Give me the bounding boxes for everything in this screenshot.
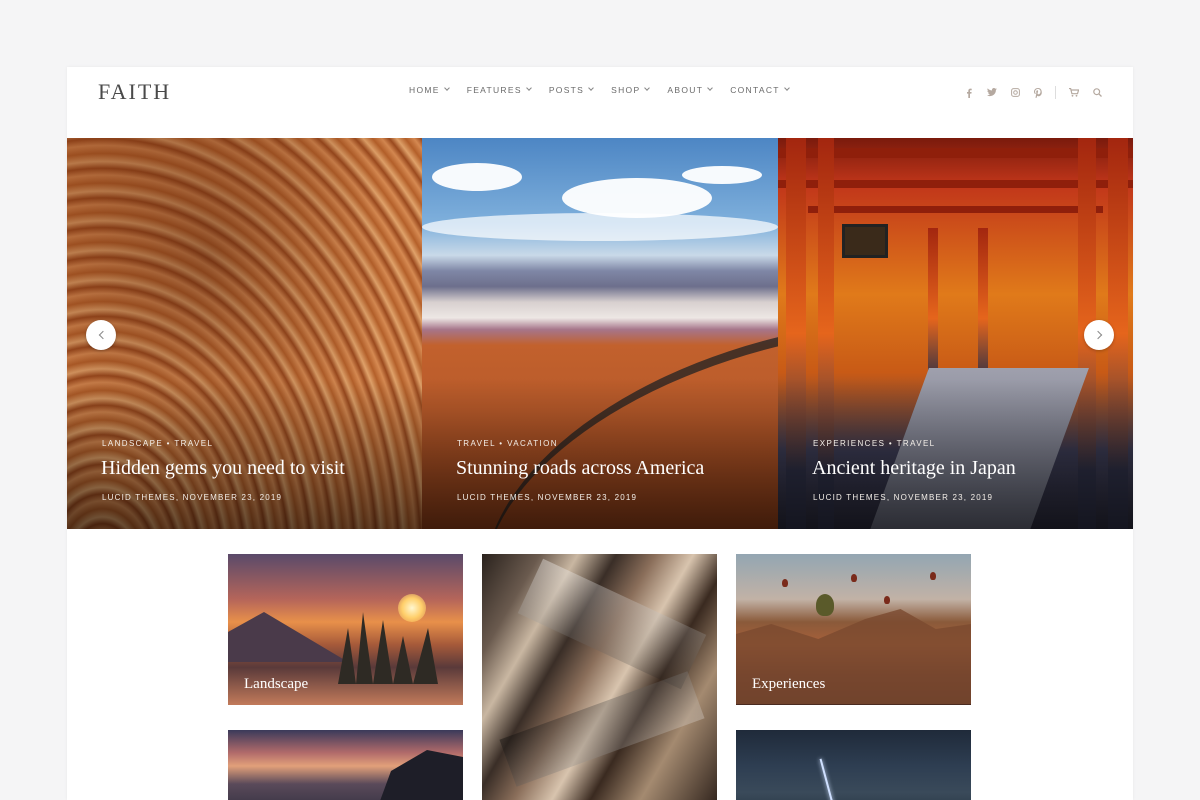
- balloon-shape: [851, 574, 857, 582]
- nav-item-label: CONTACT: [730, 85, 780, 95]
- slide-gradient: [422, 379, 778, 529]
- hill-shape: [373, 750, 463, 800]
- balloon-shape: [930, 572, 936, 580]
- nav-item-posts[interactable]: POSTS: [548, 85, 594, 95]
- nav-item-label: HOME: [409, 85, 440, 95]
- slide-gradient: [778, 379, 1133, 529]
- instagram-icon[interactable]: [1009, 87, 1021, 99]
- site-container: FAITH HOME FEATURES POSTS SHOP ABOUT CON…: [67, 67, 1133, 800]
- twitter-icon[interactable]: [986, 87, 998, 99]
- nav-item-home[interactable]: HOME: [409, 85, 450, 95]
- category-tile-landscape[interactable]: Landscape: [228, 554, 463, 705]
- slide-title[interactable]: Ancient heritage in Japan: [812, 457, 1016, 480]
- nav-item-shop[interactable]: SHOP: [611, 85, 651, 95]
- icon-divider: [1055, 86, 1056, 99]
- mountain-shape: [228, 612, 348, 662]
- cloud-shape: [562, 178, 712, 218]
- sun-shape: [398, 594, 426, 622]
- chevron-down-icon: [707, 85, 714, 91]
- slide-meta: LUCID THEMES, NOVEMBER 23, 2019: [102, 493, 283, 502]
- torii-beam: [808, 206, 1103, 213]
- nav-item-label: ABOUT: [667, 85, 704, 95]
- featured-slider: LANDSCAPE • TRAVEL Hidden gems you need …: [67, 138, 1133, 529]
- slide-categories[interactable]: TRAVEL • VACATION: [457, 439, 558, 448]
- metal-highlight: [499, 671, 705, 787]
- nav-item-label: POSTS: [548, 85, 585, 95]
- slide-meta: LUCID THEMES, NOVEMBER 23, 2019: [457, 493, 638, 502]
- nav-item-label: SHOP: [611, 85, 641, 95]
- slider-prev-button[interactable]: [86, 320, 116, 350]
- chevron-down-icon: [783, 85, 790, 91]
- chevron-left-icon: [98, 330, 107, 340]
- balloon-shape: [782, 579, 788, 587]
- cloud-shape: [682, 166, 762, 184]
- cloud-shape: [422, 213, 778, 241]
- slider-next-button[interactable]: [1084, 320, 1114, 350]
- nav-item-features[interactable]: FEATURES: [466, 85, 532, 95]
- balloon-shape: [816, 594, 834, 616]
- nav-item-about[interactable]: ABOUT: [667, 85, 714, 95]
- slide-stunning-roads[interactable]: TRAVEL • VACATION Stunning roads across …: [422, 138, 778, 529]
- balloon-shape: [884, 596, 890, 604]
- main-nav: HOME FEATURES POSTS SHOP ABOUT CONTACT: [409, 85, 807, 95]
- nav-item-label: FEATURES: [466, 85, 522, 95]
- slide-title[interactable]: Stunning roads across America: [456, 457, 704, 480]
- slide-categories[interactable]: LANDSCAPE • TRAVEL: [102, 439, 213, 448]
- chevron-down-icon: [443, 85, 450, 91]
- lantern-shape: [842, 224, 888, 258]
- metal-highlight: [517, 558, 707, 690]
- nav-item-contact[interactable]: CONTACT: [730, 85, 790, 95]
- site-logo[interactable]: FAITH: [98, 79, 171, 105]
- site-header: FAITH HOME FEATURES POSTS SHOP ABOUT CON…: [67, 67, 1133, 138]
- category-tile-experiences[interactable]: Experiences: [736, 554, 971, 705]
- category-tile-architecture[interactable]: [482, 554, 717, 800]
- slide-title[interactable]: Hidden gems you need to visit: [101, 457, 345, 480]
- chevron-down-icon: [525, 85, 532, 91]
- lightning-shape: [819, 758, 835, 800]
- header-icons: [963, 86, 1114, 99]
- slide-gradient: [67, 379, 422, 529]
- slide-categories[interactable]: EXPERIENCES • TRAVEL: [813, 439, 936, 448]
- chevron-right-icon: [1093, 330, 1102, 340]
- cloud-shape: [432, 163, 522, 191]
- category-tile-coast[interactable]: [228, 730, 463, 800]
- pinterest-icon[interactable]: [1032, 87, 1044, 99]
- tile-label[interactable]: Landscape: [244, 676, 308, 693]
- tile-label[interactable]: Experiences: [752, 676, 825, 693]
- header-shadow: [87, 112, 1113, 126]
- slide-ancient-heritage[interactable]: EXPERIENCES • TRAVEL Ancient heritage in…: [778, 138, 1133, 529]
- facebook-icon[interactable]: [963, 87, 975, 99]
- chevron-down-icon: [644, 85, 651, 91]
- slide-hidden-gems[interactable]: LANDSCAPE • TRAVEL Hidden gems you need …: [67, 138, 422, 529]
- slide-meta: LUCID THEMES, NOVEMBER 23, 2019: [813, 493, 994, 502]
- cart-icon[interactable]: [1068, 87, 1080, 99]
- category-tile-storm[interactable]: [736, 730, 971, 800]
- chevron-down-icon: [588, 85, 594, 91]
- search-icon[interactable]: [1091, 87, 1103, 99]
